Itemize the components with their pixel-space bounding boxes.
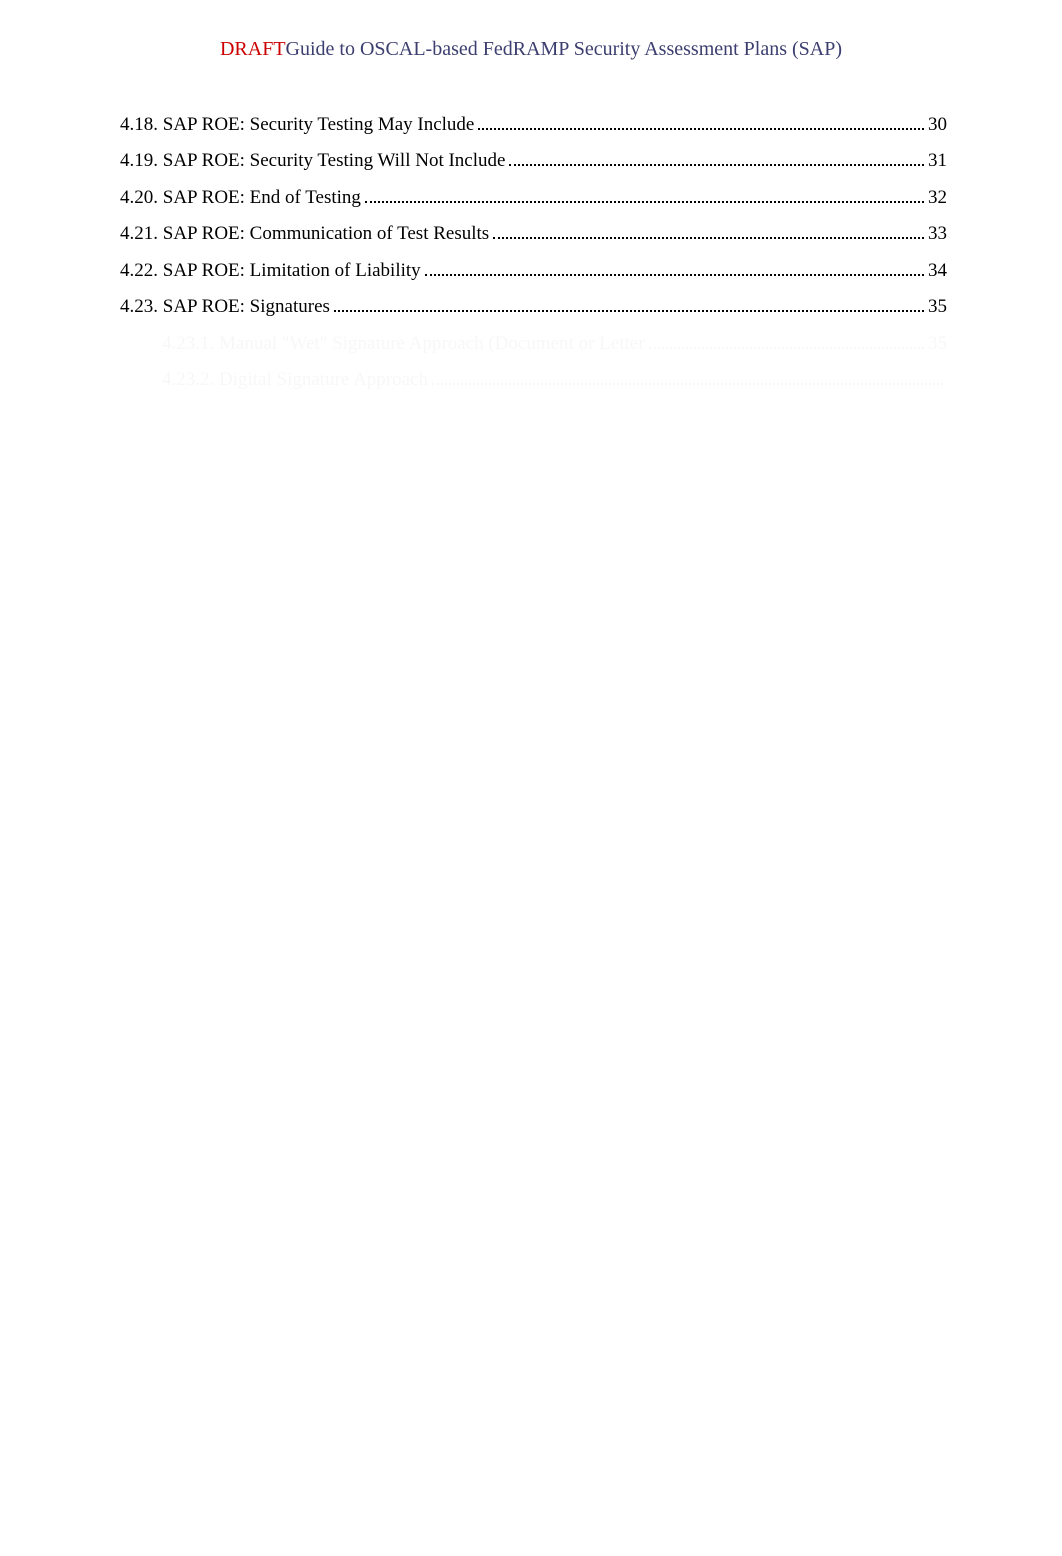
toc-entry-page: 32: [928, 183, 947, 212]
toc-entry: 4.23.2. Digital Signature Approach: [120, 365, 947, 394]
footer-overlay: [108, 1464, 954, 1490]
toc-entry-title: 4.21. SAP ROE: Communication of Test Res…: [120, 219, 489, 248]
page-header: DRAFTGuide to OSCAL-based FedRAMP Securi…: [0, 38, 1062, 61]
toc-entry-title: 4.22. SAP ROE: Limitation of Liability: [120, 256, 421, 285]
toc-entry-title: 4.23.1. Manual "Wet" Signature Approach …: [162, 329, 645, 358]
toc-leader-dots: [509, 152, 924, 166]
toc-leader-dots: [334, 298, 924, 312]
toc-entry: 4.20. SAP ROE: End of Testing 32: [120, 183, 947, 212]
document-page: DRAFTGuide to OSCAL-based FedRAMP Securi…: [0, 0, 1062, 1556]
toc-leader-dots: [425, 261, 924, 275]
draft-label: DRAFT: [220, 38, 286, 60]
toc-entry-title: 4.19. SAP ROE: Security Testing Will Not…: [120, 146, 505, 175]
toc-entry: 4.19. SAP ROE: Security Testing Will Not…: [120, 146, 947, 175]
table-of-contents: 4.18. SAP ROE: Security Testing May Incl…: [120, 110, 947, 402]
toc-entry-page: 34: [928, 256, 947, 285]
toc-leader-dots: [365, 189, 924, 203]
toc-entry-title: 4.20. SAP ROE: End of Testing: [120, 183, 361, 212]
toc-entry: 4.23.1. Manual "Wet" Signature Approach …: [120, 329, 947, 358]
header-title: Guide to OSCAL-based FedRAMP Security As…: [286, 38, 842, 60]
toc-entry-page: 35: [928, 292, 947, 321]
toc-entry-page: 33: [928, 219, 947, 248]
toc-entry: 4.23. SAP ROE: Signatures 35: [120, 292, 947, 321]
toc-leader-dots: [478, 116, 924, 130]
toc-entry-page: 31: [928, 146, 947, 175]
toc-entry: 4.18. SAP ROE: Security Testing May Incl…: [120, 110, 947, 139]
toc-entry-title: 4.23.2. Digital Signature Approach: [162, 365, 428, 394]
toc-entry-title: 4.23. SAP ROE: Signatures: [120, 292, 330, 321]
toc-entry-title: 4.18. SAP ROE: Security Testing May Incl…: [120, 110, 474, 139]
toc-leader-dots: [432, 371, 943, 385]
toc-leader-dots: [649, 334, 924, 348]
toc-entry-page: 30: [928, 110, 947, 139]
toc-entry-page: 35: [928, 329, 947, 358]
toc-entry: 4.22. SAP ROE: Limitation of Liability 34: [120, 256, 947, 285]
toc-leader-dots: [493, 225, 924, 239]
toc-entry: 4.21. SAP ROE: Communication of Test Res…: [120, 219, 947, 248]
